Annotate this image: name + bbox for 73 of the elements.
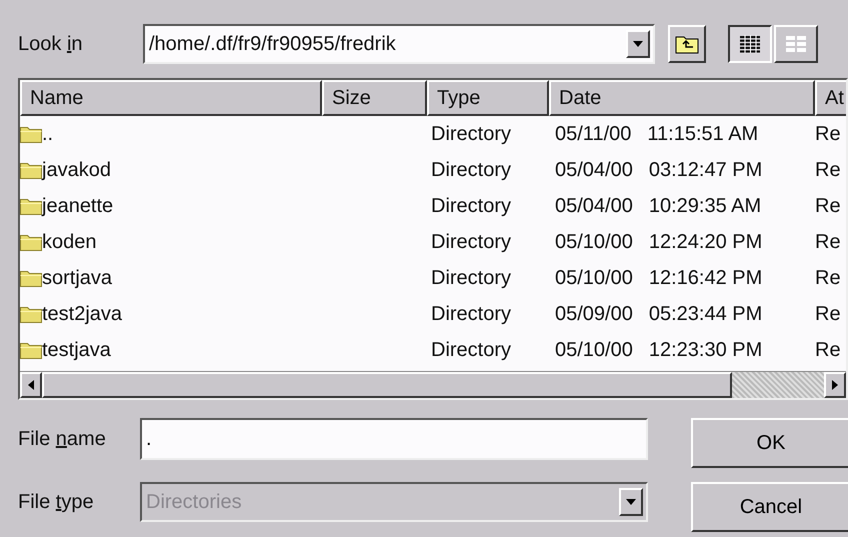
right-arrow-icon: [832, 380, 838, 390]
file-name: test2java: [42, 302, 122, 326]
details-view-icon: [785, 35, 807, 53]
attributes-cell-text: Re: [815, 158, 842, 182]
time-text: 10:29:35 AM: [648, 194, 762, 218]
horizontal-scrollbar[interactable]: [20, 371, 846, 398]
date-text: 05/11/00: [555, 122, 632, 146]
date-text: 05/10/00: [555, 338, 633, 362]
date-text: 05/04/00: [555, 158, 633, 182]
file-name: koden: [42, 230, 96, 254]
file-name: javakod: [42, 158, 111, 182]
attributes-cell-text: Re: [815, 302, 842, 326]
column-header[interactable]: Date: [549, 80, 815, 116]
column-header[interactable]: Type: [427, 80, 549, 116]
file-name-label: File name: [18, 428, 107, 450]
date-text: 05/09/00: [555, 302, 633, 326]
folder-icon: [20, 161, 42, 179]
date-text: 05/04/00: [555, 194, 633, 218]
cancel-button[interactable]: Cancel: [691, 482, 848, 532]
time-text: 05:23:44 PM: [648, 302, 762, 326]
folder-up-icon: [675, 34, 699, 54]
file-name-cell[interactable]: test2java: [20, 302, 322, 326]
type-cell-text: Directory: [430, 266, 512, 290]
type-cell-text: Directory: [430, 302, 512, 326]
file-name-cell[interactable]: koden: [20, 230, 322, 254]
time-text: 11:15:51 AM: [647, 122, 758, 146]
type-cell-text: Directory: [430, 122, 512, 146]
file-name: testjava: [42, 338, 111, 362]
folder-icon: [20, 233, 42, 251]
attributes-cell-text: Re: [815, 338, 842, 362]
column-header[interactable]: Size: [322, 80, 427, 116]
type-cell-text: Directory: [430, 230, 512, 254]
look-in-dropdown[interactable]: /home/.df/fr9/fr90955/fredrik: [143, 24, 655, 64]
file-name-cell[interactable]: ..: [20, 122, 322, 146]
attributes-cell-text: Re: [815, 122, 842, 146]
look-in-label: Look in: [18, 32, 84, 56]
ok-button[interactable]: OK: [691, 418, 848, 468]
file-name-cell[interactable]: sortjava: [20, 266, 322, 290]
type-cell-text: Directory: [430, 338, 512, 362]
attributes-cell-text: Re: [815, 266, 842, 290]
file-type-label: File type: [18, 490, 95, 514]
attributes-cell-text: Re: [815, 194, 842, 218]
scrollbar-thumb[interactable]: [42, 372, 732, 398]
list-view-button[interactable]: [728, 25, 772, 63]
file-name: jeanette: [42, 194, 114, 218]
file-name-cell[interactable]: javakod: [20, 158, 322, 182]
file-name-field[interactable]: .: [140, 418, 648, 460]
time-text: 12:16:42 PM: [648, 266, 762, 290]
time-text: 12:24:20 PM: [648, 230, 762, 254]
time-text: 03:12:47 PM: [648, 158, 762, 182]
type-cell-text: Directory: [430, 194, 512, 218]
column-header[interactable]: Name: [20, 80, 322, 116]
folder-icon: [20, 341, 42, 359]
file-name: ..: [42, 122, 54, 146]
left-arrow-icon: [28, 380, 34, 390]
list-view-icon: [739, 35, 761, 53]
folder-icon: [20, 125, 42, 143]
scroll-left-button[interactable]: [20, 372, 42, 398]
scroll-right-button[interactable]: [824, 372, 846, 398]
attributes-cell-text: Re: [815, 230, 842, 254]
type-cell-text: Directory: [430, 158, 512, 182]
folder-icon: [20, 269, 42, 287]
file-name: sortjava: [42, 266, 112, 290]
file-name-cell[interactable]: testjava: [20, 338, 322, 362]
file-name-cell[interactable]: jeanette: [20, 194, 322, 218]
time-text: 12:23:30 PM: [648, 338, 762, 362]
folder-icon: [20, 197, 42, 215]
parent-folder-button[interactable]: [668, 25, 706, 63]
date-text: 05/10/00: [555, 266, 633, 290]
folder-icon: [20, 305, 42, 323]
date-text: 05/10/00: [555, 230, 633, 254]
details-view-button[interactable]: [774, 25, 818, 63]
column-header[interactable]: At: [815, 80, 846, 116]
